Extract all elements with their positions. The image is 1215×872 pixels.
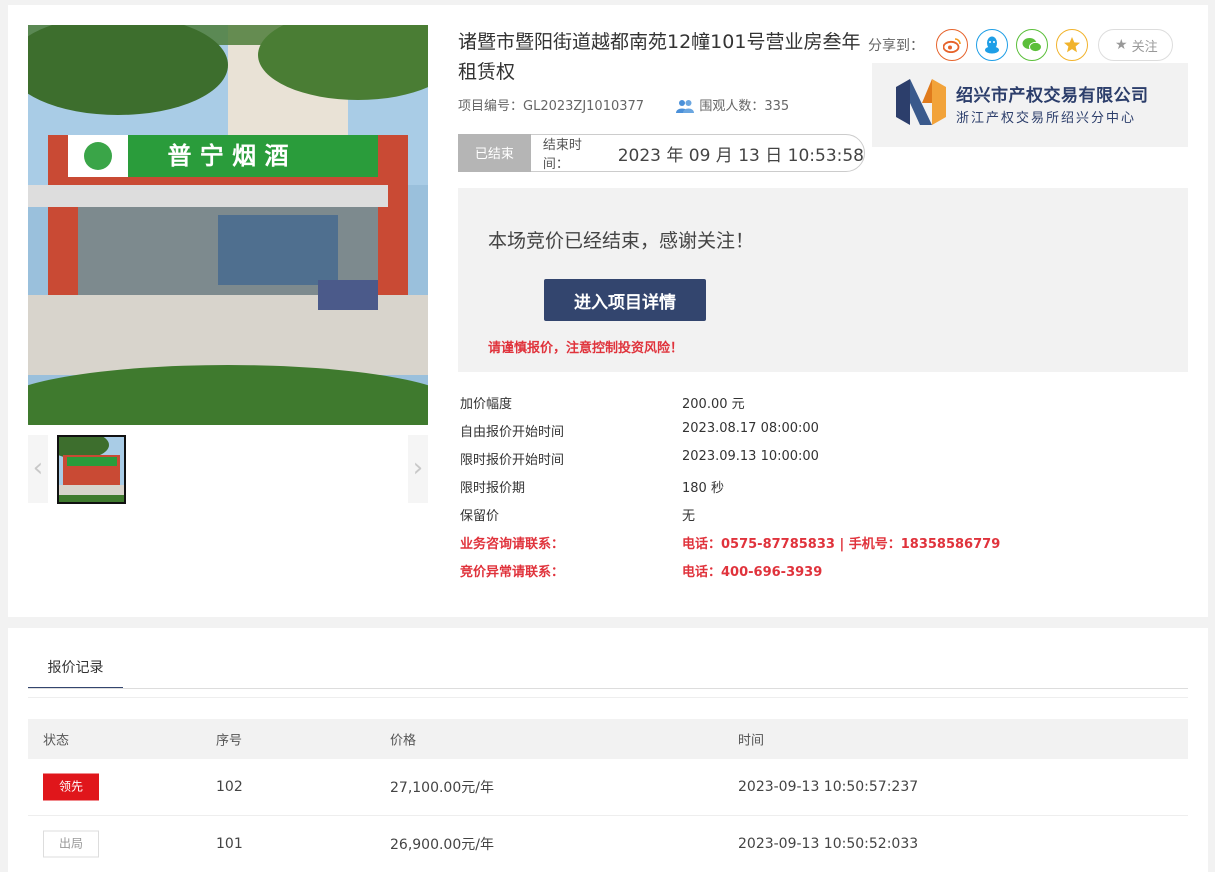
tab-bid-record[interactable]: 报价记录 [28, 648, 123, 689]
chevron-left-icon[interactable]: ‹ [28, 435, 48, 503]
info-label: 限时报价期 [460, 481, 526, 496]
org-name: 绍兴市产权交易有限公司 [956, 86, 1149, 106]
star-icon: ★ [1115, 37, 1128, 53]
bid-price: 26,900.00元/年 [390, 837, 494, 853]
info-label: 保留价 [460, 509, 500, 524]
status-badge-lead: 领先 [43, 773, 99, 801]
info-value: 电话：400-696-3939 [682, 565, 823, 580]
auction-status-bar: 已结束 结束时间： 2023 年 09 月 13 日 10:53:58 [458, 133, 865, 172]
info-value: 无 [682, 509, 696, 524]
bid-time: 2023-09-13 10:50:57:237 [738, 779, 919, 795]
qzone-icon[interactable] [1056, 29, 1088, 61]
org-logo-icon [896, 79, 946, 125]
status-badge-out: 出局 [43, 830, 99, 858]
wechat-icon[interactable] [1016, 29, 1048, 61]
status-badge: 已结束 [458, 133, 531, 172]
bid-record-card: 报价记录 状态 序号 价格 时间 领先 102 27,100.00元/年 202… [8, 628, 1208, 872]
bid-number: 102 [216, 779, 243, 795]
tab-divider [28, 688, 1188, 689]
thumbnail-strip: ‹ › [28, 435, 428, 504]
people-icon [676, 100, 695, 113]
shop-sign-text: 普 宁 烟 酒 [167, 142, 288, 170]
bid-record-table: 状态 序号 价格 时间 领先 102 27,100.00元/年 2023-09-… [28, 719, 1188, 872]
follow-label: 关注 [1131, 39, 1158, 55]
table-row: 出局 101 26,900.00元/年 2023-09-13 10:50:52:… [28, 816, 1188, 872]
table-row: 领先 102 27,100.00元/年 2023-09-13 10:50:57:… [28, 759, 1188, 816]
project-card: 普 宁 烟 酒 ‹ › 诸暨市暨阳街道越都南苑12幢101号营业房叁年租赁权 项… [8, 5, 1208, 617]
share-bar: 分享到： ★ 关注 [868, 29, 1173, 61]
divider [28, 697, 1188, 698]
info-value: 2023.09.13 10:00:00 [682, 449, 819, 464]
bid-number: 101 [216, 836, 243, 852]
status-cell: 出局 [43, 830, 99, 858]
enter-project-details-button[interactable]: 进入项目详情 [544, 279, 706, 321]
share-label: 分享到： [868, 38, 924, 54]
column-header-number: 序号 [216, 733, 243, 749]
info-label: 加价幅度 [460, 397, 513, 412]
auction-ended-message: 本场竞价已经结束，感谢关注！ [488, 230, 755, 252]
org-logo-box: 绍兴市产权交易有限公司 浙江产权交易所绍兴分中心 [872, 63, 1188, 147]
bid-price: 27,100.00元/年 [390, 780, 494, 796]
project-meta: 项目编号：GL2023ZJ1010377 围观人数：335 [458, 95, 789, 114]
project-title: 诸暨市暨阳街道越都南苑12幢101号营业房叁年租赁权 [458, 31, 861, 83]
status-cell: 领先 [43, 773, 99, 801]
info-value: 2023.08.17 08:00:00 [682, 421, 819, 436]
info-label: 限时报价开始时间 [460, 453, 565, 468]
column-header-status: 状态 [43, 733, 70, 749]
info-label: 业务咨询请联系： [460, 537, 565, 552]
qq-icon[interactable] [976, 29, 1008, 61]
main-photo: 普 宁 烟 酒 [28, 25, 428, 425]
info-value: 200.00 元 [682, 397, 745, 412]
end-time-label: 结束时间： [542, 138, 582, 172]
project-code: GL2023ZJ1010377 [523, 99, 645, 114]
risk-warning: 请谨慎报价，注意控制投资风险！ [488, 341, 684, 356]
project-code-label: 项目编号： [458, 99, 524, 114]
column-header-time: 时间 [738, 733, 765, 749]
info-value: 电话：0575-87785833 | 手机号：18358586779 [682, 537, 1001, 552]
table-header: 状态 序号 价格 时间 [28, 719, 1188, 759]
auction-notice-panel: 本场竞价已经结束，感谢关注！ 进入项目详情 请谨慎报价，注意控制投资风险！ [458, 188, 1188, 372]
info-label: 自由报价开始时间 [460, 425, 565, 440]
thumbnail-image[interactable] [57, 435, 126, 504]
follow-button[interactable]: ★ 关注 [1098, 29, 1173, 61]
weibo-icon[interactable] [936, 29, 968, 61]
viewers-count: 335 [764, 99, 790, 114]
org-subtitle: 浙江产权交易所绍兴分中心 [956, 111, 1137, 126]
end-time-value: 2023 年 09 月 13 日 10:53:58 [617, 145, 864, 166]
info-value: 180 秒 [682, 481, 724, 496]
bid-time: 2023-09-13 10:50:52:033 [738, 836, 919, 852]
info-label: 竞价异常请联系： [460, 565, 565, 580]
column-header-price: 价格 [390, 733, 417, 749]
chevron-right-icon[interactable]: › [408, 435, 428, 503]
viewers-label: 围观人数： [699, 99, 765, 114]
